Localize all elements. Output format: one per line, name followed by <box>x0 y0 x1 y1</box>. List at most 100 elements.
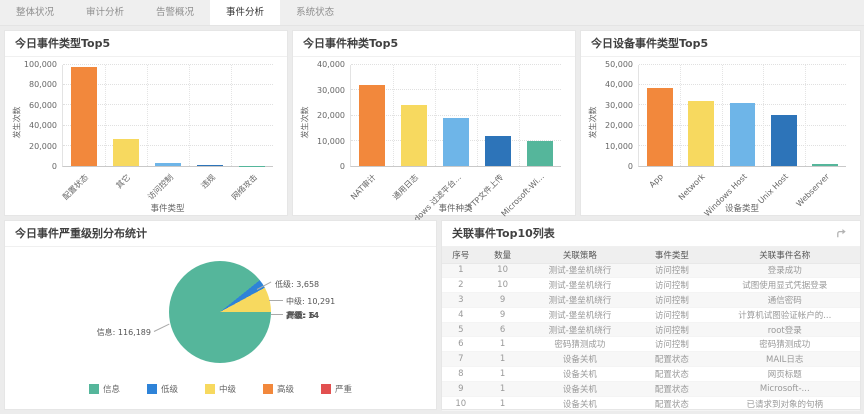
y-tick-label: 30,000 <box>605 101 633 110</box>
card-related-events-top10: 关联事件Top10列表 序号数量关联策略事件类型关联事件名称 110测试-堡垒机… <box>441 220 861 410</box>
card-title: 今日设备事件类型Top5 <box>581 31 860 57</box>
table-cell: 1 <box>480 396 526 411</box>
table-cell: 1 <box>480 337 526 352</box>
pie-callout-info: 信息: 116,189 <box>63 327 151 338</box>
plot-area <box>638 65 846 167</box>
bar-Windows 过滤平台...[interactable] <box>443 118 469 166</box>
legend-item-中级[interactable]: 中级 <box>205 383 236 395</box>
table-row-4[interactable]: 49测试-堡垒机绕行访问控制计算机试图验证帐户的... <box>442 307 860 322</box>
legend-label: 低级 <box>161 383 178 395</box>
x-tick-label: 网络攻击 <box>229 172 259 202</box>
table-cell: 配置状态 <box>634 367 709 382</box>
bar-Microsoft-Wi...[interactable] <box>527 141 553 167</box>
bar-Windows Host[interactable] <box>730 103 756 166</box>
tab-3[interactable]: 事件分析 <box>210 0 280 25</box>
bar-违规[interactable] <box>197 165 223 166</box>
table-cell: 配置状态 <box>634 352 709 367</box>
card-title: 今日事件严重级别分布统计 <box>5 221 436 247</box>
table-cell: 设备关机 <box>526 396 635 411</box>
y-tick-label: 10,000 <box>317 137 345 146</box>
legend-item-信息[interactable]: 信息 <box>89 383 120 395</box>
table-row-3[interactable]: 39测试-堡垒机绕行访问控制通信密码 <box>442 293 860 308</box>
bar-NAT审计[interactable] <box>359 85 385 166</box>
table-cell: 测试-堡垒机绕行 <box>526 278 635 293</box>
table-cell: 6 <box>480 322 526 337</box>
bar-通用日志[interactable] <box>401 105 427 166</box>
y-tick-label: 10,000 <box>605 142 633 151</box>
y-axis: 010,00020,00030,00040,00050,000 <box>598 65 638 167</box>
table-cell: 访问控制 <box>634 307 709 322</box>
table-cell: 网页标题 <box>709 367 860 382</box>
table-cell: 访问控制 <box>634 337 709 352</box>
legend-swatch <box>89 384 99 394</box>
bar-Webserver[interactable] <box>812 164 838 166</box>
tab-0[interactable]: 整体状况 <box>0 0 70 25</box>
tab-4[interactable]: 系统状态 <box>280 0 350 25</box>
bar-Network[interactable] <box>688 101 714 166</box>
table-cell: 测试-堡垒机绕行 <box>526 263 635 278</box>
table-cell: 5 <box>442 322 480 337</box>
table-cell: 登录成功 <box>709 263 860 278</box>
x-tick-label: 通用日志 <box>391 172 421 202</box>
table-row-1[interactable]: 110测试-堡垒机绕行访问控制登录成功 <box>442 263 860 278</box>
bar-其它[interactable] <box>113 139 139 166</box>
bar-Unix Host[interactable] <box>771 115 797 167</box>
legend-item-低级[interactable]: 低级 <box>147 383 178 395</box>
table-cell: Microsoft-... <box>709 381 860 396</box>
x-axis-title: 事件类型 <box>62 202 273 214</box>
y-tick-label: 0 <box>628 162 633 171</box>
bar-chart-device-type: 发生次数 010,00020,00030,00040,00050,000 App… <box>581 57 860 215</box>
x-axis-title: 设备类型 <box>638 202 846 214</box>
table-row-7[interactable]: 71设备关机配置状态MAIL日志 <box>442 352 860 367</box>
table-cell: 访问控制 <box>634 293 709 308</box>
x-axis-labels: NAT审计通用日志Windows 过滤平台...FTP文件上传Microsoft… <box>350 167 561 201</box>
table-header-4: 关联事件名称 <box>709 247 860 263</box>
table-cell: 1 <box>442 263 480 278</box>
legend-label: 信息 <box>103 383 120 395</box>
legend-label: 中级 <box>219 383 236 395</box>
table-cell: 通信密码 <box>709 293 860 308</box>
y-tick-label: 0 <box>52 162 57 171</box>
legend-item-高级[interactable]: 高级 <box>263 383 294 395</box>
legend-swatch <box>205 384 215 394</box>
tab-2[interactable]: 告警概况 <box>140 0 210 25</box>
table-row-8[interactable]: 81设备关机配置状态网页标题 <box>442 367 860 382</box>
y-tick-label: 60,000 <box>29 101 57 110</box>
related-events-table: 序号数量关联策略事件类型关联事件名称 110测试-堡垒机绕行访问控制登录成功21… <box>442 247 860 411</box>
x-axis-labels: AppNetworkWindows HostUnix HostWebserver <box>638 167 846 201</box>
y-tick-label: 20,000 <box>29 142 57 151</box>
y-tick-label: 40,000 <box>317 60 345 69</box>
table-cell: 测试-堡垒机绕行 <box>526 322 635 337</box>
bar-配置状态[interactable] <box>71 67 97 166</box>
table-cell: 密码猜测成功 <box>709 337 860 352</box>
table-row-6[interactable]: 61密码猜测成功访问控制密码猜测成功 <box>442 337 860 352</box>
table-cell: 密码猜测成功 <box>526 337 635 352</box>
table-cell: 计算机试图验证帐户的... <box>709 307 860 322</box>
table-header-0: 序号 <box>442 247 480 263</box>
x-tick-label: 访问控制 <box>145 172 175 202</box>
bar-App[interactable] <box>647 88 673 166</box>
table-cell: 已请求到对象的句柄 <box>709 396 860 411</box>
tab-1[interactable]: 审计分析 <box>70 0 140 25</box>
pie-circle[interactable] <box>169 261 271 363</box>
card-title: 今日事件类型Top5 <box>5 31 287 57</box>
table-cell: 试图使用显式凭据登录 <box>709 278 860 293</box>
table-cell: 10 <box>480 263 526 278</box>
table-cell: 配置状态 <box>634 381 709 396</box>
table-row-9[interactable]: 91设备关机配置状态Microsoft-... <box>442 381 860 396</box>
legend-item-严重[interactable]: 严重 <box>321 383 352 395</box>
table-cell: 1 <box>480 367 526 382</box>
bar-FTP文件上传[interactable] <box>485 136 511 166</box>
card-device-event-type-top5: 今日设备事件类型Top5 发生次数 010,00020,00030,00040,… <box>580 30 861 216</box>
table-row-2[interactable]: 210测试-堡垒机绕行访问控制试图使用显式凭据登录 <box>442 278 860 293</box>
table-row-5[interactable]: 56测试-堡垒机绕行访问控制root登录 <box>442 322 860 337</box>
jump-arrow-icon[interactable] <box>835 227 848 240</box>
bar-访问控制[interactable] <box>155 163 181 166</box>
table-cell: 设备关机 <box>526 381 635 396</box>
table-cell: 7 <box>442 352 480 367</box>
top-tab-bar: 整体状况审计分析告警概况事件分析系统状态 <box>0 0 864 26</box>
table-row-10[interactable]: 101设备关机配置状态已请求到对象的句柄 <box>442 396 860 411</box>
x-tick-label: 配置状态 <box>60 172 90 202</box>
table-cell: 10 <box>442 396 480 411</box>
table-cell: 1 <box>480 381 526 396</box>
